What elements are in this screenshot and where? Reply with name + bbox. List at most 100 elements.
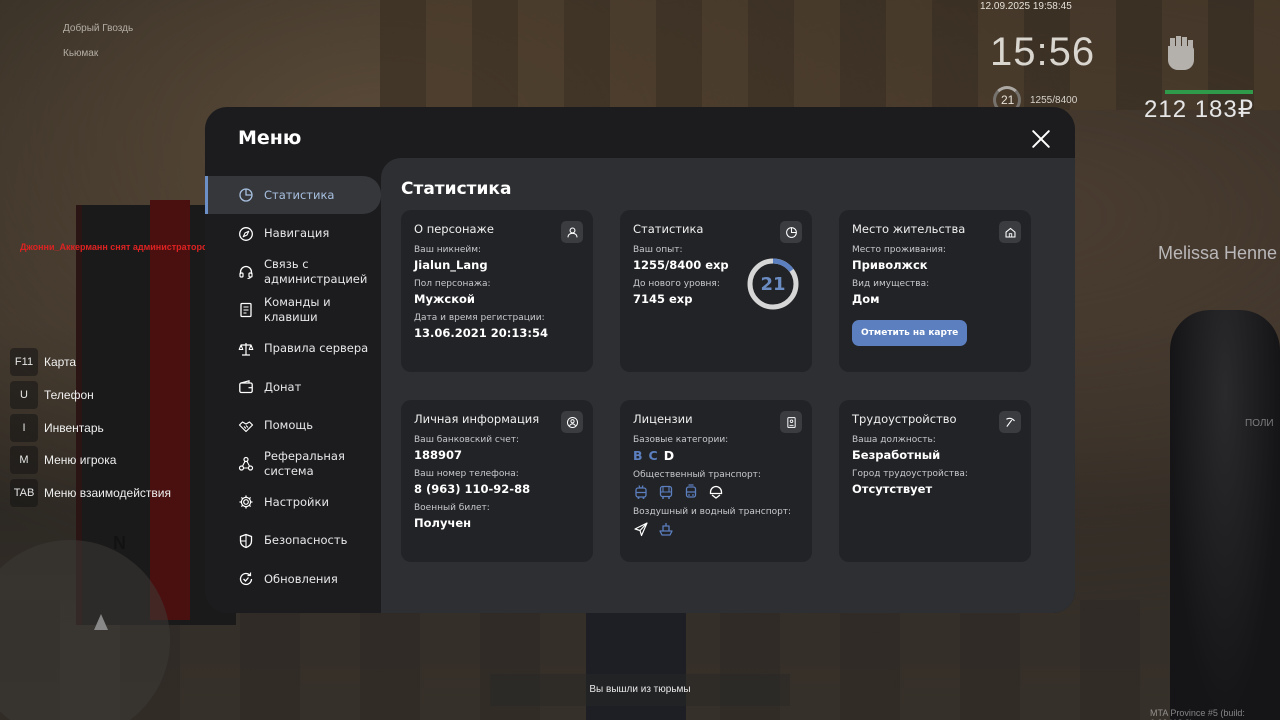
registration-label: Дата и время регистрации: [414,313,545,323]
key-label: Карта [44,355,77,370]
base-categories-label: Базовые категории: [633,435,729,445]
sidebar: Статистика Навигация Связь с администрацие… [205,176,381,598]
card-title: Личная информация [414,412,540,426]
key-badge: M [10,446,38,475]
network-icon [238,456,254,472]
sidebar-item-label: Донат [264,379,302,394]
sidebar-item-label: Настройки [264,494,329,509]
sidebar-item-donate[interactable]: Донат [205,368,381,406]
build-info: MTA Province #5 (build: 6.32418.9) [1150,708,1245,720]
gender-label: Пол персонажа: [414,279,491,289]
card-character: О персонаже Ваш никнейм: Jialun_Lang Пол… [401,210,593,372]
key-hints: F11 Карта U Телефон I Инвентарь M Меню игрока TA… [10,346,171,509]
sidebar-item-statistics[interactable]: Статистика [205,176,381,215]
card-title: Статистика [633,222,704,236]
sidebar-item-security[interactable]: Безопасность [205,522,381,560]
boat-icon [658,521,674,537]
key-hint-row: I Инвентарь [10,411,171,444]
hud-exp: 1255/8400 [1030,95,1078,106]
hud-top-left-line2: Кьюмак [63,48,99,59]
helmet-icon [708,484,724,500]
sidebar-item-navigation[interactable]: Навигация [205,214,381,252]
sidebar-item-label: Обновления [264,571,338,586]
pie-chart-icon [238,187,254,203]
sidebar-item-help[interactable]: Помощь [205,406,381,444]
home-icon [999,221,1021,243]
air-water-transport-icons [633,521,799,537]
key-label: Меню взаимодействия [44,486,171,501]
handshake-icon [238,418,254,434]
sidebar-item-updates[interactable]: Обновления [205,560,381,598]
key-badge: I [10,413,38,442]
card-personal: Личная информация Ваш банковский счет: 1… [401,400,593,562]
sidebar-item-label: Помощь [264,418,314,433]
card-employment: Трудоустройство Ваша должность: Безработ… [839,400,1031,562]
exp-label: Ваш опыт: [633,245,683,255]
sidebar-item-commands[interactable]: Команды и клавиши [205,291,381,329]
pie-chart-icon [780,221,802,243]
fist-icon [1160,32,1200,76]
bank-value: 188907 [414,448,463,462]
license-category-c: C [648,448,658,463]
content-panel: Статистика О персонаже Ваш никнейм: Jial… [381,158,1075,613]
key-label: Меню игрока [44,453,117,468]
level-progress-ring: 21 [746,257,800,311]
property-value: Дом [852,292,880,306]
content-title: Статистика [401,179,512,199]
wallet-icon [238,379,254,395]
sidebar-item-label: Правила сервера [264,341,369,356]
sidebar-item-rules[interactable]: Правила сервера [205,330,381,368]
military-label: Военный билет: [414,503,490,513]
registration-value: 13.06.2021 20:13:54 [414,326,548,340]
public-transport-icons [633,484,799,500]
tram-icon [683,484,699,500]
hud-clock: 15:56 [990,30,1096,74]
phone-label: Ваш номер телефона: [414,469,519,479]
trolleybus-icon [633,484,649,500]
phone-value: 8 (963) 110-92-88 [414,482,531,496]
user-circle-icon [561,411,583,433]
sidebar-item-referral[interactable]: Реферальная система [205,445,381,483]
backdrop-npc [1170,310,1280,720]
hud-level: 21 [1001,93,1015,107]
sidebar-item-admin-contact[interactable]: Связь с администрацией [205,253,381,291]
shield-icon [238,533,254,549]
gear-icon [238,494,254,510]
status-message: Вы вышли из тюрьмы [589,684,691,695]
gender-value: Мужской [414,292,475,306]
key-badge: TAB [10,479,38,508]
license-category-d: D [663,448,675,463]
mark-on-map-button[interactable]: Отметить на карте [852,320,968,346]
compass-icon [238,226,254,242]
document-icon [238,302,254,318]
employment-city-value: Отсутствует [852,482,933,496]
hud-top-left-line1: Добрый Гвоздь [63,23,134,34]
position-value: Безработный [852,448,941,462]
police-label: ПОЛИ [1245,418,1274,429]
key-hint-row: TAB Меню взаимодействия [10,477,171,510]
player-nametag: Melissa Henne [1158,243,1278,263]
scales-icon [238,341,254,357]
refresh-check-icon [238,571,254,587]
position-label: Ваша должность: [852,435,936,445]
military-value: Получен [414,516,472,530]
airplane-icon [633,521,649,537]
id-card-icon [780,411,802,433]
headset-icon [238,264,254,280]
hud-datetime: 12.09.2025 19:58:45 [980,1,1072,12]
sidebar-item-label: Статистика [264,187,335,202]
property-label: Вид имущества: [852,279,930,289]
card-title: Лицензии [633,412,693,426]
backdrop-ceiling [380,0,1280,110]
sidebar-item-settings[interactable]: Настройки [205,483,381,521]
close-button[interactable] [1029,127,1053,151]
bank-label: Ваш банковский счет: [414,435,520,445]
air-water-transport-label: Воздушный и водный транспорт: [633,507,792,517]
public-transport-label: Общественный транспорт: [633,470,761,480]
place-label: Место проживания: [852,245,946,255]
card-title: Место жительства [852,222,966,236]
license-category-b: B [633,448,643,463]
key-hint-row: M Меню игрока [10,444,171,477]
key-badge: F11 [10,348,38,377]
employment-city-label: Город трудоустройства: [852,469,968,479]
